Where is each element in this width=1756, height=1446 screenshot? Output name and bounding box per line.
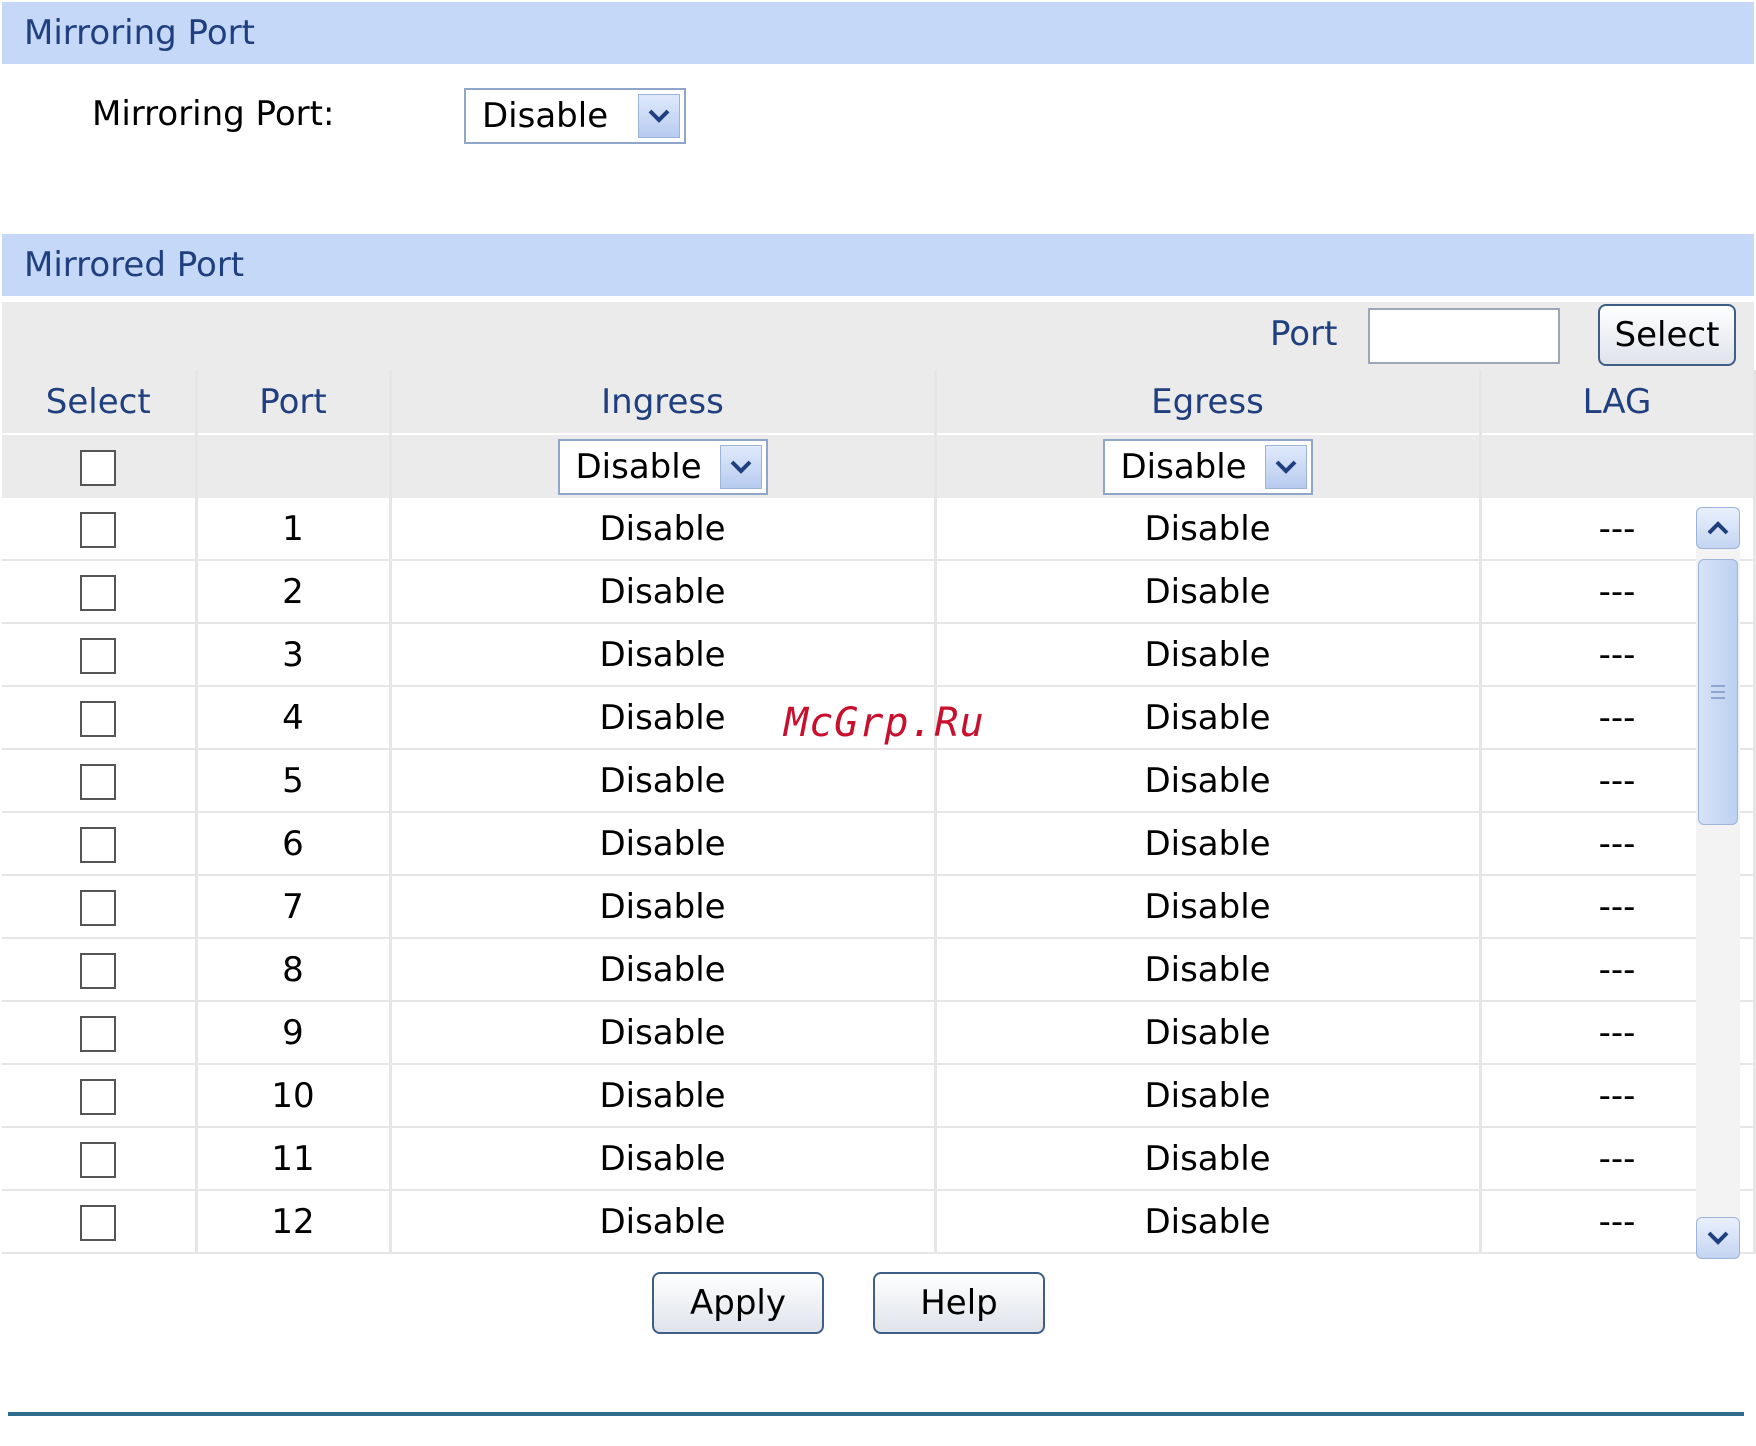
row-ingress: Disable [390,1190,937,1254]
row-port: 12 [196,1190,392,1254]
mirroring-port-select[interactable]: Disable [464,88,686,144]
row-ingress: Disable [390,623,937,687]
row-port: 6 [196,812,392,876]
column-header-select: Select [2,370,198,435]
row-egress: Disable [935,875,1482,939]
chevron-down-icon[interactable] [719,444,762,489]
row-egress: Disable [935,812,1482,876]
table-row: 8 Disable Disable --- [2,938,1756,1002]
table-row: 1 Disable Disable --- [2,498,1756,561]
chevron-down-icon[interactable] [1264,444,1307,489]
mirroring-port-label: Mirroring Port: [92,94,335,134]
chevron-down-icon[interactable] [638,94,680,138]
select-all-checkbox[interactable] [80,450,117,486]
table-row: 10 Disable Disable --- [2,1064,1756,1128]
bulk-egress-select[interactable]: Disable [1102,438,1313,495]
row-ingress: Disable [390,1001,937,1065]
table-row: 11 Disable Disable --- [2,1127,1756,1191]
row-port: 2 [196,560,392,624]
apply-button[interactable]: Apply [652,1272,824,1334]
row-egress: Disable [935,623,1482,687]
row-port: 3 [196,623,392,687]
row-select-checkbox[interactable] [80,1142,117,1178]
row-egress: Disable [935,1127,1482,1191]
row-port: 7 [196,875,392,939]
table-row: 7 Disable Disable --- [2,875,1756,939]
table-row: 5 Disable Disable --- [2,749,1756,813]
row-port: 9 [196,1001,392,1065]
row-port: 5 [196,749,392,813]
row-ingress: Disable [390,875,937,939]
row-egress: Disable [935,1064,1482,1128]
table-header-row: Select Port Ingress Egress LAG [2,370,1756,435]
mirrored-port-table: Select Port Ingress Egress LAG Disable D… [2,370,1756,1254]
bulk-edit-row: Disable Disable [2,434,1756,498]
bulk-egress-value: Disable [1120,446,1247,487]
row-select-checkbox[interactable] [80,890,117,926]
table-scrollbar[interactable] [1696,507,1740,1259]
scroll-thumb[interactable] [1698,559,1738,825]
row-egress: Disable [935,498,1482,561]
row-ingress: Disable [390,749,937,813]
table-row: 3 Disable Disable --- [2,623,1756,687]
row-port: 8 [196,938,392,1002]
row-egress: Disable [935,938,1482,1002]
row-port: 1 [196,498,392,561]
column-header-lag: LAG [1480,370,1756,435]
row-ingress: Disable [390,498,937,561]
row-port: 10 [196,1064,392,1128]
column-header-ingress: Ingress [390,370,937,435]
mirrored-port-header: Mirrored Port [2,234,1754,296]
row-select-checkbox[interactable] [80,1205,117,1241]
bulk-ingress-value: Disable [575,446,702,487]
row-select-checkbox[interactable] [80,638,117,674]
scroll-up-icon[interactable] [1696,507,1740,549]
row-ingress: Disable [390,938,937,1002]
table-row: 9 Disable Disable --- [2,1001,1756,1065]
row-port: 4 [196,686,392,750]
row-egress: Disable [935,749,1482,813]
row-select-checkbox[interactable] [80,1016,117,1052]
row-port: 11 [196,1127,392,1191]
bulk-ingress-select[interactable]: Disable [557,438,768,495]
row-ingress: Disable [390,812,937,876]
row-egress: Disable [935,560,1482,624]
table-row: 12 Disable Disable --- [2,1190,1756,1254]
row-select-checkbox[interactable] [80,827,117,863]
row-ingress: Disable [390,1064,937,1128]
column-header-port: Port [196,370,392,435]
scroll-down-icon[interactable] [1696,1217,1740,1259]
row-select-checkbox[interactable] [80,764,117,800]
bottom-divider [8,1412,1744,1416]
port-filter-label: Port [1270,314,1338,354]
row-select-checkbox[interactable] [80,512,117,548]
row-egress: Disable [935,1001,1482,1065]
mirroring-port-select-value: Disable [482,96,609,136]
row-select-checkbox[interactable] [80,1079,117,1115]
mirroring-port-header: Mirroring Port [2,2,1754,64]
port-filter-bar: Port Select [2,302,1754,370]
table-row: 2 Disable Disable --- [2,560,1756,624]
row-egress: Disable [935,686,1482,750]
row-ingress: Disable [390,560,937,624]
row-ingress: Disable [390,1127,937,1191]
row-select-checkbox[interactable] [80,701,117,737]
column-header-egress: Egress [935,370,1482,435]
help-button[interactable]: Help [873,1272,1045,1334]
table-row: 6 Disable Disable --- [2,812,1756,876]
port-select-button[interactable]: Select [1598,304,1736,366]
watermark: McGrp.Ru [784,700,985,746]
row-egress: Disable [935,1190,1482,1254]
row-select-checkbox[interactable] [80,953,117,989]
row-select-checkbox[interactable] [80,575,117,611]
port-filter-input[interactable] [1368,308,1560,364]
